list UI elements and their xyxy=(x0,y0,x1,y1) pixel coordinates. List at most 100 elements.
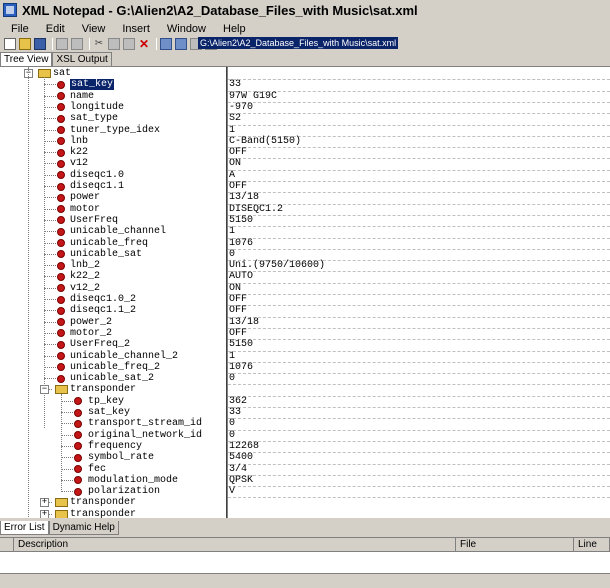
tree-node-label[interactable]: UserFreq_2 xyxy=(70,339,130,350)
tree-node-label[interactable]: unicable_channel_2 xyxy=(70,351,178,362)
expand-toggle[interactable]: + xyxy=(40,509,49,518)
tree-node-label[interactable]: tuner_type_idex xyxy=(70,125,160,136)
node-value[interactable]: 3/4 xyxy=(229,464,247,475)
tree-node-label[interactable]: lnb xyxy=(70,136,88,147)
node-value[interactable]: 1 xyxy=(229,125,235,136)
cut-icon[interactable]: ✂ xyxy=(93,38,105,50)
tree-node-label[interactable]: unicable_freq_2 xyxy=(70,362,160,373)
tree-node-label[interactable]: UserFreq xyxy=(70,215,118,226)
copy-icon[interactable] xyxy=(108,38,120,50)
tab-dynamic-help[interactable]: Dynamic Help xyxy=(48,521,119,535)
tab-xsl-output[interactable]: XSL Output xyxy=(52,52,112,66)
node-value[interactable]: 1 xyxy=(229,226,235,237)
redo-icon[interactable] xyxy=(71,38,83,50)
node-value[interactable]: 0 xyxy=(229,430,235,441)
node-value[interactable]: Uni.(9750/10600) xyxy=(229,260,325,271)
menu-insert[interactable]: Insert xyxy=(111,23,156,35)
tree-node-label[interactable]: name xyxy=(70,91,94,102)
node-value[interactable]: 5400 xyxy=(229,452,253,463)
location-box[interactable]: G:\Alien2\A2_Database_Files_with Music\s… xyxy=(198,37,399,49)
save-icon[interactable] xyxy=(34,38,46,50)
node-value[interactable]: 33 xyxy=(229,79,241,90)
node-value[interactable]: 13/18 xyxy=(229,192,259,203)
tree-node-label[interactable]: frequency xyxy=(88,441,142,452)
node-value[interactable]: OFF xyxy=(229,181,247,192)
tree-node-label[interactable]: power xyxy=(70,192,100,203)
tree-node-label[interactable]: diseqc1.1_2 xyxy=(70,305,136,316)
node-value[interactable]: ON xyxy=(229,283,241,294)
tree-node-label[interactable]: transponder xyxy=(70,384,136,395)
collapse-toggle[interactable]: − xyxy=(40,385,49,395)
paste-icon[interactable] xyxy=(123,38,135,50)
node-value[interactable]: S2 xyxy=(229,113,241,124)
node-value[interactable]: 13/18 xyxy=(229,317,259,328)
tab-error-list[interactable]: Error List xyxy=(0,521,49,535)
nudge-down-icon[interactable] xyxy=(175,38,187,50)
tree-node-label[interactable]: transport_stream_id xyxy=(88,418,202,429)
error-icon-column[interactable] xyxy=(0,538,14,551)
tree-node-label[interactable]: symbol_rate xyxy=(88,452,154,463)
tree-node-label[interactable]: tp_key xyxy=(88,396,124,407)
tree-node-label[interactable]: transponder xyxy=(70,497,136,508)
tab-tree-view[interactable]: Tree View xyxy=(0,52,53,66)
node-value[interactable]: 97W G19C xyxy=(229,91,277,102)
tree-node-label[interactable]: k22_2 xyxy=(70,271,100,282)
node-value[interactable]: 1076 xyxy=(229,238,253,249)
tree-node-label[interactable]: original_network_id xyxy=(88,430,202,441)
node-value[interactable]: 1076 xyxy=(229,362,253,373)
delete-icon[interactable]: ✕ xyxy=(138,38,150,50)
node-value[interactable]: -970 xyxy=(229,102,253,113)
node-value[interactable]: OFF xyxy=(229,294,247,305)
tree-node-label[interactable]: modulation_mode xyxy=(88,475,178,486)
tree-node-label[interactable]: unicable_channel xyxy=(70,226,166,237)
node-value[interactable]: 5150 xyxy=(229,339,253,350)
node-value[interactable]: 0 xyxy=(229,373,235,384)
tree-node-label[interactable]: diseqc1.0_2 xyxy=(70,294,136,305)
open-folder-icon[interactable] xyxy=(19,38,31,50)
tree-node-label[interactable]: diseqc1.1 xyxy=(70,181,124,192)
node-value[interactable]: 0 xyxy=(229,249,235,260)
node-value[interactable]: 5150 xyxy=(229,215,253,226)
tree-node-label[interactable]: longitude xyxy=(70,102,124,113)
column-file[interactable]: File xyxy=(456,538,574,551)
tree-node-label[interactable]: power_2 xyxy=(70,317,112,328)
column-line[interactable]: Line xyxy=(574,538,610,551)
tree-node-label[interactable]: k22 xyxy=(70,147,88,158)
tree-node-label[interactable]: diseqc1.0 xyxy=(70,170,124,181)
node-value[interactable]: 0 xyxy=(229,418,235,429)
tree-node-label[interactable]: v12_2 xyxy=(70,283,100,294)
node-value[interactable]: C-Band(5150) xyxy=(229,136,301,147)
tree-node-label[interactable]: sat_key xyxy=(88,407,130,418)
node-value[interactable]: DISEQC1.2 xyxy=(229,204,283,215)
expand-toggle[interactable]: + xyxy=(40,498,49,508)
node-value[interactable]: 33 xyxy=(229,407,241,418)
tree-node-label[interactable]: fec xyxy=(88,464,106,475)
tree-node-label[interactable]: polarization xyxy=(88,486,160,497)
tree-node-label[interactable]: motor_2 xyxy=(70,328,112,339)
menu-help[interactable]: Help xyxy=(212,23,252,35)
node-value[interactable]: AUTO xyxy=(229,271,253,282)
node-value[interactable]: A xyxy=(229,170,235,181)
node-value[interactable]: OFF xyxy=(229,147,247,158)
node-value[interactable]: QPSK xyxy=(229,475,253,486)
tree-node-label[interactable]: motor xyxy=(70,204,100,215)
tree-node-label[interactable]: v12 xyxy=(70,158,88,169)
node-value[interactable]: 1 xyxy=(229,351,235,362)
tree-node-label[interactable]: unicable_sat_2 xyxy=(70,373,154,384)
tree-node-label[interactable]: unicable_freq xyxy=(70,238,148,249)
tree-node-label[interactable]: sat_key xyxy=(70,79,115,91)
undo-icon[interactable] xyxy=(56,38,68,50)
node-value[interactable]: OFF xyxy=(229,328,247,339)
node-value[interactable]: V xyxy=(229,486,235,497)
menu-edit[interactable]: Edit xyxy=(35,23,71,35)
column-description[interactable]: Description xyxy=(14,538,456,551)
tree-node-label[interactable]: sat xyxy=(53,68,71,79)
tree-node-label[interactable]: lnb_2 xyxy=(70,260,100,271)
node-value[interactable]: 362 xyxy=(229,396,247,407)
menu-file[interactable]: File xyxy=(0,23,35,35)
new-file-icon[interactable] xyxy=(4,38,16,50)
tree-node-label[interactable]: transponder xyxy=(70,509,136,518)
menu-view[interactable]: View xyxy=(71,23,112,35)
node-value[interactable]: OFF xyxy=(229,305,247,316)
node-value[interactable]: 12268 xyxy=(229,441,259,452)
